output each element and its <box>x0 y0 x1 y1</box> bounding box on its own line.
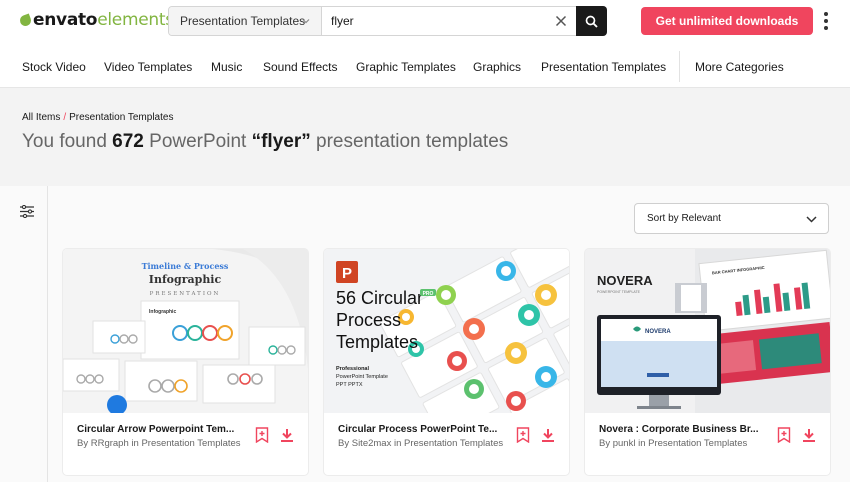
bookmark-add-icon[interactable] <box>516 427 530 443</box>
category-select[interactable]: Presentation Templates <box>169 7 322 35</box>
item-thumbnail[interactable]: Timeline & Process Infographic PRESENTAT… <box>63 249 308 413</box>
search-input[interactable] <box>322 7 546 35</box>
item-thumbnail[interactable]: NOVERA POWERPOINT TEMPLATE BAR CHART INF… <box>585 249 830 413</box>
item-title[interactable]: Circular Process PowerPoint Te... <box>338 424 508 435</box>
item-byline: By Site2max in Presentation Templates <box>338 438 508 451</box>
item-category: in Presentation Templates <box>638 438 748 449</box>
item-category: in Presentation Templates <box>393 438 504 449</box>
thumb-small3: PPT PPTX <box>336 382 363 388</box>
nav-item-graphics[interactable]: Graphics <box>473 60 521 74</box>
thumb-small1: Professional <box>336 366 369 372</box>
sort-dropdown[interactable]: Sort by Relevant <box>634 203 829 234</box>
thumb-line1: 56 Circular <box>336 288 423 308</box>
leaf-icon <box>18 12 33 28</box>
nav-item-video-templates[interactable]: Video Templates <box>104 60 192 74</box>
chevron-down-icon <box>302 19 310 24</box>
title-query: “flyer” <box>251 131 311 152</box>
clear-search-button[interactable] <box>546 7 576 35</box>
logo-suffix: elements <box>97 10 174 30</box>
thumb-screen-brand: NOVERA <box>645 329 671 335</box>
nav-item-more-categories[interactable]: More Categories <box>695 60 784 74</box>
results-area: Sort by Relevant Timeline & Process Info… <box>0 186 850 482</box>
infographic-preview: Timeline & Process Infographic PRESENTAT… <box>63 249 308 413</box>
thumb-tagline: POWERPOINT TEMPLATE <box>597 290 641 294</box>
item-author[interactable]: punkl <box>613 438 636 449</box>
thumb-tag: PRO <box>423 291 434 297</box>
thumb-slide-label: Infographic <box>149 309 176 315</box>
item-card[interactable]: P 56 Circular Process Templates PRO Prof… <box>324 249 569 475</box>
search-bar: Presentation Templates <box>168 6 607 36</box>
item-title[interactable]: Novera : Corporate Business Br... <box>599 424 769 435</box>
thumb-line3: Templates <box>336 332 418 352</box>
item-author[interactable]: Site2max <box>352 438 392 449</box>
title-suffix: presentation templates <box>316 131 509 152</box>
title-format: PowerPoint <box>149 131 247 152</box>
download-icon[interactable] <box>541 428 555 442</box>
chevron-down-icon <box>806 216 817 223</box>
page-title: You found 672 PowerPoint “flyer” present… <box>22 131 508 153</box>
nav-item-graphic-templates[interactable]: Graphic Templates <box>356 60 456 74</box>
more-menu-icon[interactable] <box>823 12 829 30</box>
breadcrumb: All Items / Presentation Templates <box>22 112 173 123</box>
byline-prefix: By <box>338 438 350 449</box>
category-select-value: Presentation Templates <box>180 14 306 28</box>
thumb-heading: Infographic <box>149 273 222 286</box>
bookmark-add-icon[interactable] <box>777 427 791 443</box>
thumb-line2: Process <box>336 310 401 330</box>
sort-value: Sort by Relevant <box>647 213 721 224</box>
breadcrumb-all-items[interactable]: All Items <box>22 112 60 123</box>
filter-sidebar <box>0 186 48 482</box>
novera-preview: NOVERA POWERPOINT TEMPLATE BAR CHART INF… <box>585 249 830 413</box>
breadcrumb-separator: / <box>63 112 67 123</box>
byline-prefix: By <box>599 438 611 449</box>
results-header: All Items / Presentation Templates You fou… <box>0 89 850 186</box>
envato-elements-logo[interactable]: envato elements <box>18 10 174 30</box>
thumb-brand: NOVERA <box>597 273 653 288</box>
thumb-kicker: Timeline & Process <box>142 261 229 271</box>
nav-item-presentation-templates[interactable]: Presentation Templates <box>541 60 666 74</box>
byline-prefix: By <box>77 438 89 449</box>
item-title[interactable]: Circular Arrow Powerpoint Tem... <box>77 424 247 435</box>
top-bar: envatoelements Presentation Templates Ge… <box>0 0 850 43</box>
nav-item-music[interactable]: Music <box>211 60 242 74</box>
nav-item-stock-video[interactable]: Stock Video <box>22 60 86 74</box>
filter-icon[interactable] <box>20 205 34 218</box>
title-prefix: You found <box>22 131 107 152</box>
close-icon <box>555 15 567 27</box>
get-unlimited-downloads-button[interactable]: Get unlimited downloads <box>641 7 813 35</box>
circular-process-preview: P 56 Circular Process Templates PRO Prof… <box>324 249 569 413</box>
nav-divider <box>679 51 680 82</box>
item-author[interactable]: RRgraph <box>91 438 129 449</box>
breadcrumb-current[interactable]: Presentation Templates <box>69 112 173 123</box>
bookmark-add-icon[interactable] <box>255 427 269 443</box>
download-icon[interactable] <box>280 428 294 442</box>
category-nav: Stock Video Video Templates Music Sound … <box>0 43 850 88</box>
search-icon <box>585 15 598 28</box>
thumb-sub: PRESENTATION <box>150 291 221 297</box>
search-button[interactable] <box>576 6 607 36</box>
item-category: in Presentation Templates <box>131 438 241 449</box>
item-card[interactable]: NOVERA POWERPOINT TEMPLATE BAR CHART INF… <box>585 249 830 475</box>
download-icon[interactable] <box>802 428 816 442</box>
item-byline: By punkl in Presentation Templates <box>599 438 769 451</box>
item-card[interactable]: Timeline & Process Infographic PRESENTAT… <box>63 249 308 475</box>
logo-brand: envato <box>33 10 98 30</box>
result-count: 672 <box>112 131 144 152</box>
thumb-small2: PowerPoint Template <box>336 374 388 380</box>
powerpoint-badge: P <box>342 265 352 282</box>
item-thumbnail[interactable]: P 56 Circular Process Templates PRO Prof… <box>324 249 569 413</box>
item-byline: By RRgraph in Presentation Templates <box>77 438 247 451</box>
nav-item-sound-effects[interactable]: Sound Effects <box>263 60 338 74</box>
